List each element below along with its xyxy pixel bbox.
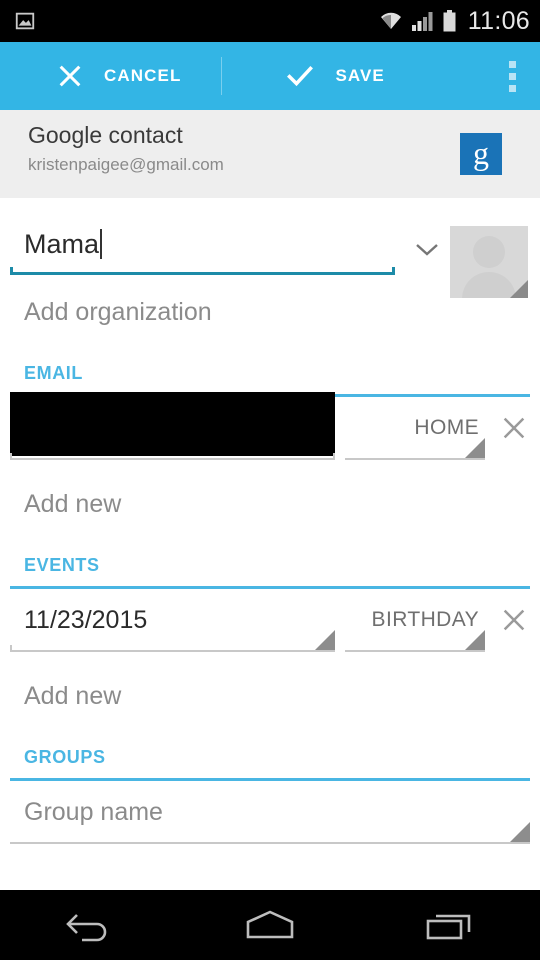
avatar[interactable] (450, 226, 528, 298)
group-name-underline (10, 842, 530, 844)
add-new-email-button[interactable]: Add new (0, 490, 540, 534)
back-arrow-icon (66, 914, 107, 942)
email-input-underline (10, 453, 335, 460)
cancel-label: CANCEL (104, 66, 182, 85)
overflow-dot-2 (508, 72, 516, 80)
event-type-spinner[interactable]: BIRTHDAY (345, 590, 485, 650)
name-input-underline (10, 267, 395, 275)
status-bar-clock: 11:06 (467, 6, 530, 35)
name-input[interactable]: Mama (10, 216, 395, 272)
text-cursor (100, 229, 103, 259)
home-icon (246, 910, 294, 939)
name-input-value: Mama (24, 228, 100, 259)
add-organization-button[interactable]: Add organization (0, 298, 540, 342)
section-header-events: EVENTS (24, 555, 100, 575)
email-type-spinner-triangle-icon (465, 438, 485, 458)
avatar-body-shape (462, 272, 516, 298)
overflow-dot-3 (508, 84, 516, 92)
wifi-icon (380, 12, 401, 30)
status-bar-icons: 11:06 (378, 7, 530, 36)
overflow-menu-icon (508, 60, 516, 68)
email-delete-button[interactable] (498, 412, 530, 444)
avatar-head-shape (473, 236, 505, 268)
battery-icon (443, 10, 456, 32)
chevron-down-icon (416, 244, 438, 256)
home-button[interactable] (222, 897, 318, 953)
navigation-bar (0, 890, 540, 960)
event-date-spinner-triangle-icon (315, 630, 335, 650)
google-g-icon: g (460, 133, 502, 175)
recent-apps-icon (426, 914, 471, 940)
event-type-spinner-triangle-icon (465, 630, 485, 650)
email-type-underline (345, 458, 485, 460)
group-spinner-triangle-icon (510, 822, 530, 842)
event-date-input[interactable]: 11/23/2015 (10, 590, 335, 650)
close-icon (59, 65, 81, 87)
cancel-button[interactable]: CANCEL (0, 42, 181, 110)
add-new-event-button[interactable]: Add new (0, 682, 540, 726)
avatar-corner-triangle-icon (510, 280, 528, 298)
status-bar-notifications (14, 10, 36, 32)
contact-edit-form: Mama Add organization EMAIL HOME Add new… (0, 198, 540, 890)
account-header[interactable]: Google contact kristenpaigee@gmail.com g (0, 110, 540, 198)
event-type-underline (345, 650, 485, 652)
event-delete-button[interactable] (498, 604, 530, 636)
name-field-row: Mama (0, 216, 540, 298)
recents-button[interactable] (402, 897, 498, 953)
email-type-spinner[interactable]: HOME (345, 398, 485, 458)
group-name-spinner[interactable]: Group name (10, 782, 530, 842)
section-header-groups: GROUPS (24, 747, 106, 767)
status-bar: 11:06 (0, 0, 540, 42)
back-button[interactable] (42, 897, 138, 953)
checkmark-icon (287, 65, 314, 87)
image-notification-icon (15, 12, 35, 30)
event-date-underline (10, 645, 335, 652)
save-label: SAVE (335, 66, 385, 85)
section-header-email: EMAIL (24, 363, 83, 383)
email-redaction-overlay (10, 392, 335, 456)
section-divider-groups (10, 778, 530, 781)
android-contact-editor-screen: 11:06 CANCEL SAVE Google contact kristen… (0, 0, 540, 960)
close-icon (503, 609, 525, 631)
overflow-menu-button[interactable] (484, 42, 540, 110)
cell-signal-icon (411, 12, 433, 31)
close-icon (503, 417, 525, 439)
event-row: 11/23/2015 BIRTHDAY (0, 590, 540, 660)
section-divider-events (10, 586, 530, 589)
name-expand-button[interactable] (410, 238, 444, 260)
save-button[interactable]: SAVE (222, 42, 384, 110)
action-bar: CANCEL SAVE (0, 42, 540, 110)
group-row: Group name (0, 782, 540, 852)
email-row: HOME (0, 392, 540, 468)
